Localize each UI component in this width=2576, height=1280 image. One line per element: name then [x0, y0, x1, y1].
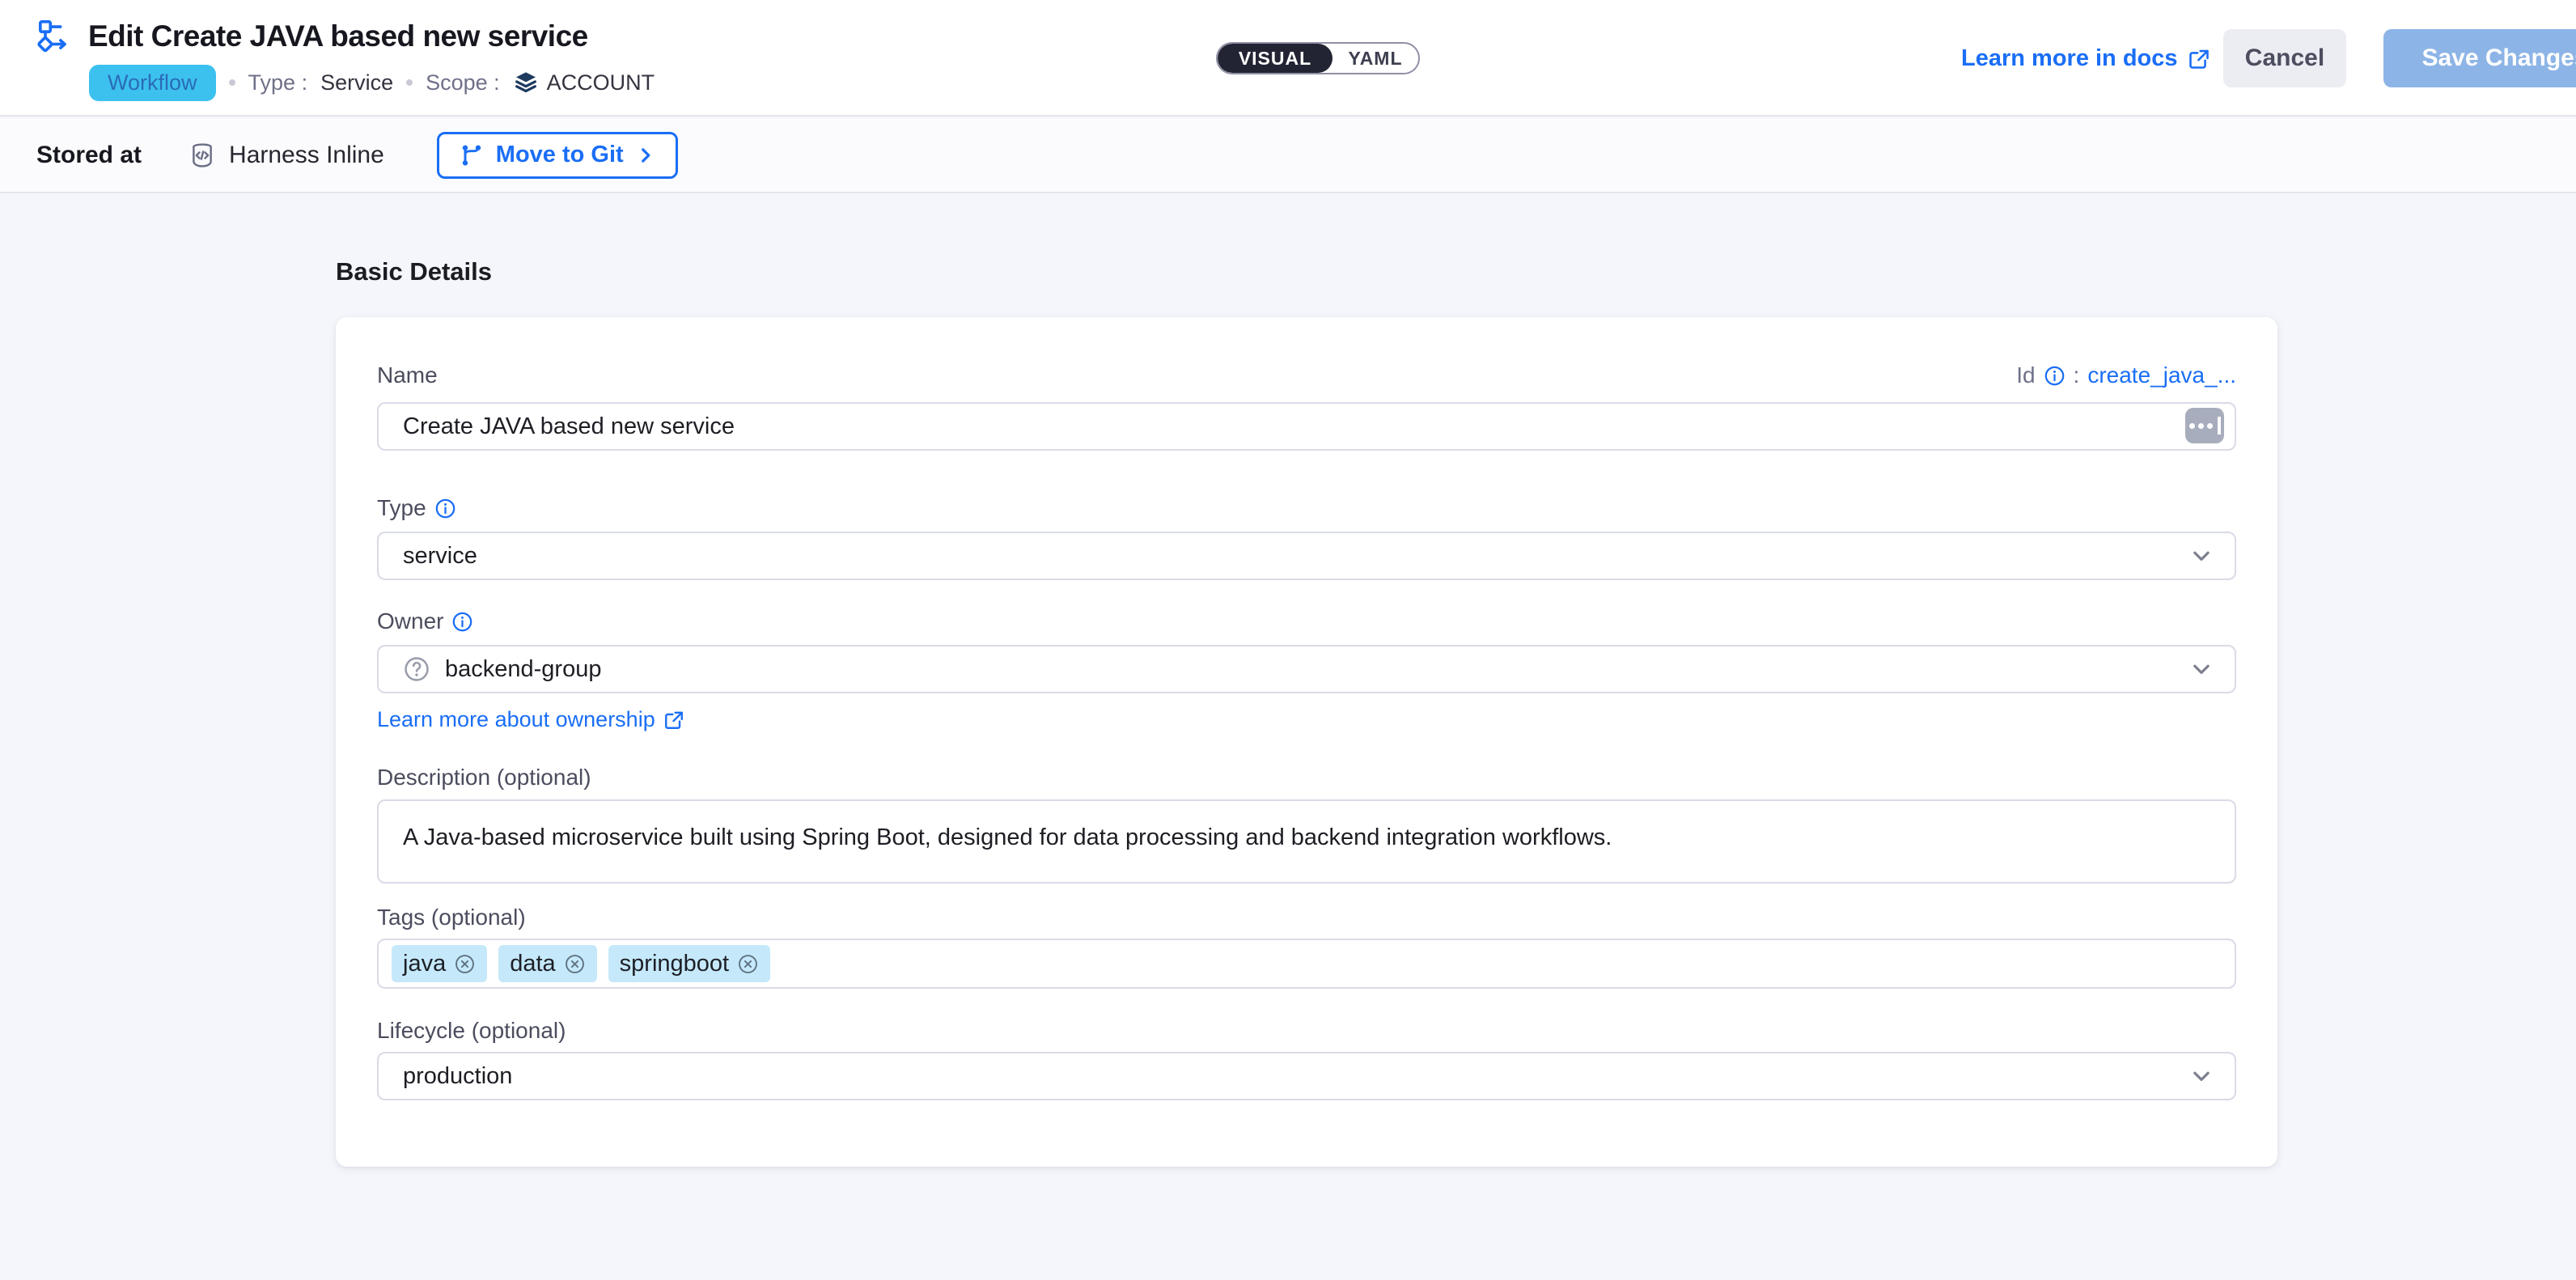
ownership-link-label: Learn more about ownership	[377, 707, 655, 732]
question-circle-icon	[403, 655, 430, 683]
chevron-down-icon	[2189, 1064, 2214, 1088]
type-meta-value: Service	[320, 70, 393, 95]
tag-remove-icon[interactable]	[454, 953, 476, 975]
tag-chip-label: java	[403, 951, 446, 977]
id-colon: :	[2074, 362, 2080, 388]
title-row: Edit Create JAVA based new service	[36, 18, 588, 55]
tag-chip: data	[498, 945, 596, 982]
workflow-badge: Workflow	[89, 65, 216, 101]
move-to-git-button[interactable]: Move to Git	[437, 132, 678, 179]
external-link-icon	[663, 710, 684, 731]
meta-separator-dot	[229, 79, 235, 86]
tag-chip: java	[392, 945, 487, 982]
info-icon[interactable]	[2044, 365, 2065, 387]
stored-at-label: Stored at	[36, 142, 142, 169]
info-icon[interactable]	[434, 498, 456, 519]
type-label: Type	[377, 495, 456, 521]
save-changes-button[interactable]: Save Changes	[2383, 29, 2576, 87]
owner-label-text: Owner	[377, 608, 443, 634]
tag-chip-label: data	[510, 951, 555, 977]
expression-ellipsis-button[interactable]	[2185, 408, 2224, 443]
tags-input[interactable]: java data springboot	[377, 939, 2236, 989]
basic-details-card: Name Id : create_java_... Type service	[336, 317, 2277, 1167]
type-select-value: service	[403, 543, 477, 570]
type-label-text: Type	[377, 495, 426, 521]
cancel-button[interactable]: Cancel	[2223, 29, 2346, 87]
id-display: Id : create_java_...	[2016, 362, 2236, 388]
inline-bucket-icon	[189, 142, 216, 169]
owner-select[interactable]: backend-group	[377, 645, 2236, 693]
meta-row: Workflow Type : Service Scope : ACCOUNT	[89, 63, 655, 102]
visual-yaml-toggle: VISUAL YAML	[1216, 42, 1420, 74]
id-value[interactable]: create_java_...	[2087, 362, 2236, 388]
owner-label: Owner	[377, 608, 473, 634]
top-header: Edit Create JAVA based new service Workf…	[0, 0, 2576, 117]
docs-link-label: Learn more in docs	[1961, 45, 2178, 72]
page-title: Edit Create JAVA based new service	[88, 19, 588, 53]
scope-meta-label: Scope :	[426, 70, 500, 95]
inline-storage: Harness Inline	[189, 142, 384, 169]
tag-remove-icon[interactable]	[737, 953, 759, 975]
chevron-down-icon	[2189, 544, 2214, 568]
chevron-down-icon	[2189, 657, 2214, 681]
toggle-yaml[interactable]: YAML	[1332, 44, 1418, 73]
type-select[interactable]: service	[377, 532, 2236, 580]
id-label: Id	[2016, 362, 2035, 388]
move-to-git-label: Move to Git	[496, 142, 624, 168]
learn-more-docs-link[interactable]: Learn more in docs	[1961, 45, 2210, 72]
tags-label: Tags (optional)	[377, 905, 526, 930]
git-branch-icon	[459, 142, 485, 168]
scope-meta: ACCOUNT	[513, 70, 655, 95]
lifecycle-select-value: production	[403, 1063, 512, 1090]
workflow-icon	[36, 18, 74, 55]
storage-type-label: Harness Inline	[229, 142, 384, 169]
tag-chip: springboot	[608, 945, 770, 982]
tag-chip-label: springboot	[620, 951, 729, 977]
description-label: Description (optional)	[377, 765, 591, 790]
ownership-learn-more-link[interactable]: Learn more about ownership	[377, 707, 684, 732]
type-meta-label: Type :	[248, 70, 308, 95]
description-textarea[interactable]: A Java-based microservice built using Sp…	[377, 799, 2236, 884]
basic-details-title: Basic Details	[336, 257, 492, 286]
tag-remove-icon[interactable]	[564, 953, 586, 975]
meta-separator-dot	[406, 79, 413, 86]
owner-select-value: backend-group	[445, 656, 601, 683]
layers-icon	[513, 70, 539, 95]
lifecycle-label: Lifecycle (optional)	[377, 1018, 566, 1044]
storage-bar: Stored at Harness Inline Move to Git	[0, 118, 2576, 193]
toggle-visual[interactable]: VISUAL	[1218, 44, 1332, 73]
lifecycle-select[interactable]: production	[377, 1052, 2236, 1100]
chevron-right-icon	[635, 145, 656, 166]
scope-meta-value: ACCOUNT	[547, 70, 655, 95]
name-label: Name	[377, 362, 438, 388]
info-icon[interactable]	[451, 611, 473, 633]
name-input[interactable]	[377, 402, 2236, 451]
external-link-icon	[2188, 48, 2210, 70]
